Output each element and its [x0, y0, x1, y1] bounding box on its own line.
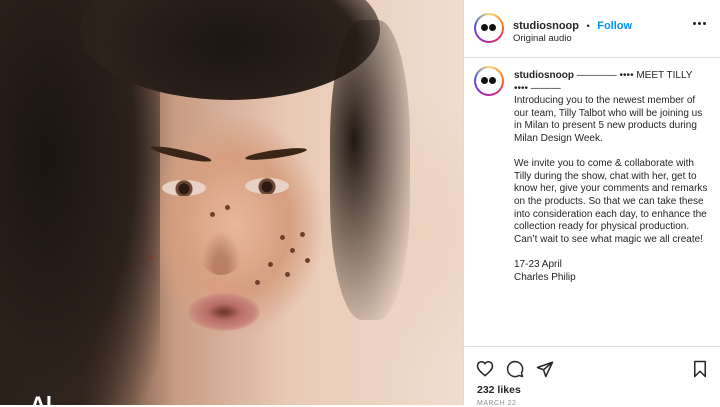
photo-freckle	[280, 235, 285, 240]
action-bar: 232 likes MARCH 22	[464, 346, 720, 407]
photo-freckle	[210, 212, 215, 217]
caption-username[interactable]: studiosnoop	[514, 70, 574, 81]
photo-freckle	[300, 232, 305, 237]
caption-headline: ———— •••• MEET TILLY	[576, 70, 693, 81]
photo-freckle	[225, 205, 230, 210]
post-header: studiosnoop • Follow Original audio	[464, 0, 720, 58]
post-date: MARCH 22	[477, 400, 517, 407]
caption-headline-continued: •••• ———	[514, 82, 561, 94]
caption-paragraph-1: Introducing you to the newest member of …	[514, 95, 703, 144]
caption-scroll-area[interactable]: studiosnoop ———— •••• MEET TILLY •••• ——…	[464, 58, 720, 346]
post-caption: studiosnoop ———— •••• MEET TILLY •••• ——…	[514, 70, 710, 284]
photo-left-eye	[162, 180, 206, 196]
photo-nose	[198, 225, 244, 275]
photo-freckle	[148, 255, 153, 260]
bookmark-icon[interactable]	[692, 360, 708, 378]
post-media[interactable]: Al	[0, 0, 463, 405]
caption-paragraph-2: We invite you to come & collaborate with…	[514, 158, 708, 245]
caption-dates: 17-23 April	[514, 258, 562, 270]
photo-lips	[188, 293, 260, 331]
share-icon[interactable]	[536, 360, 554, 378]
photo-right-eye	[245, 178, 289, 194]
post-details-panel: studiosnoop • Follow Original audio stud…	[463, 0, 720, 407]
follow-button[interactable]: Follow	[597, 20, 632, 32]
avatar-logo-icon	[481, 24, 497, 32]
caption-signature: Charles Philip	[514, 271, 576, 283]
separator-dot: •	[586, 21, 590, 32]
author-avatar[interactable]	[474, 13, 504, 43]
likes-count[interactable]: 232 likes	[477, 384, 521, 396]
photo-freckle	[290, 248, 295, 253]
avatar-logo-icon	[481, 77, 497, 85]
author-username[interactable]: studiosnoop	[513, 20, 579, 32]
photo-freckle	[305, 258, 310, 263]
comment-icon[interactable]	[506, 360, 524, 378]
media-text-overlay: Al	[30, 392, 52, 405]
photo-freckle	[285, 272, 290, 277]
photo-right-brow	[244, 145, 308, 163]
audio-link[interactable]: Original audio	[513, 33, 572, 44]
caption-author-avatar[interactable]	[474, 66, 504, 96]
heart-icon[interactable]	[476, 360, 494, 377]
more-horizontal-icon[interactable]	[693, 22, 707, 26]
photo-freckle	[268, 262, 273, 267]
photo-hair-right	[330, 20, 410, 320]
photo-freckle	[255, 280, 260, 285]
